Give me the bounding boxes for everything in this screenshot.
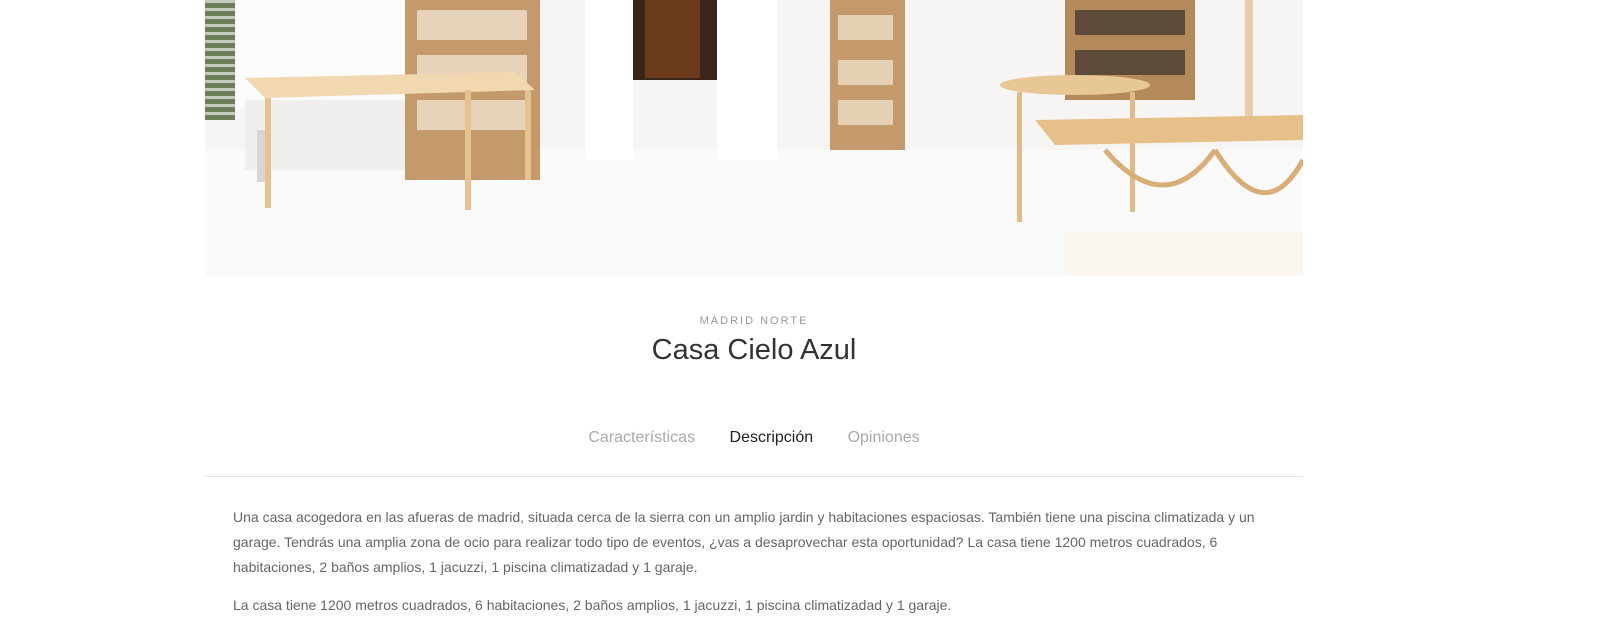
- property-detail: MADRID NORTE Casa Cielo Azul Característ…: [205, 0, 1303, 613]
- property-tabs: Características Descripción Opiniones: [205, 429, 1303, 447]
- property-title: Casa Cielo Azul: [651, 334, 857, 366]
- tabs-divider: [205, 476, 1303, 477]
- tab-descripcion[interactable]: Descripción: [730, 429, 814, 447]
- tab-caracteristicas[interactable]: Características: [588, 429, 695, 447]
- property-photo: [205, 0, 1303, 276]
- description-paragraph: Una casa acogedora en las afueras de mad…: [233, 509, 1255, 575]
- property-location: MADRID NORTE: [699, 315, 809, 327]
- tab-opiniones[interactable]: Opiniones: [848, 429, 920, 447]
- description-summary: La casa tiene 1200 metros cuadrados, 6 h…: [233, 597, 952, 613]
